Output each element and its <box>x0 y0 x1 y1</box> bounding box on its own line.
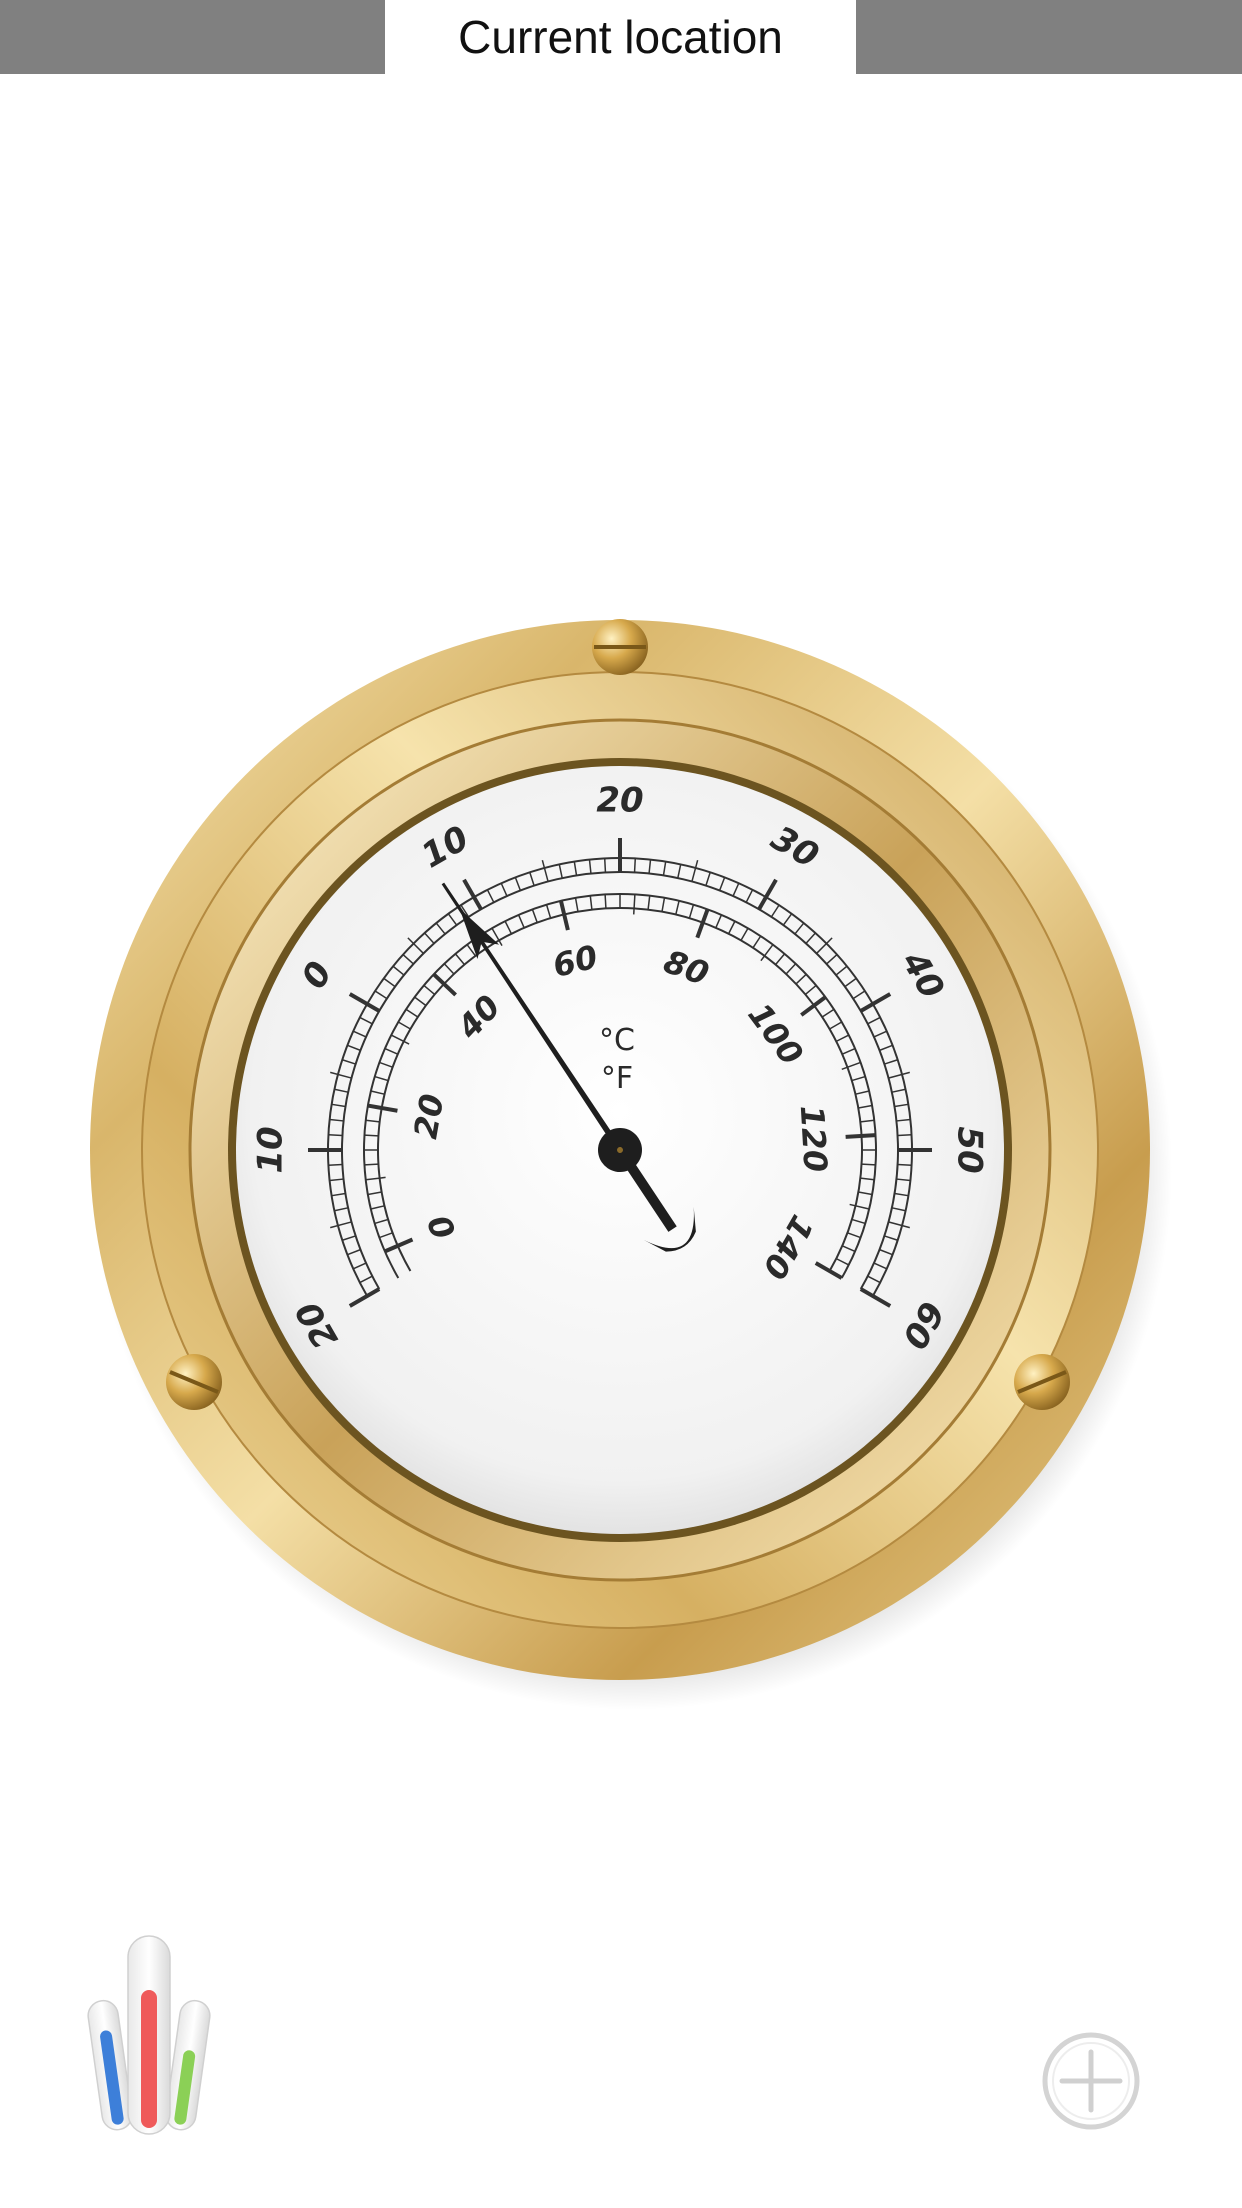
top-bar-right-segment <box>856 0 1242 74</box>
plus-circle-icon <box>1042 2032 1140 2130</box>
top-bar: Current location <box>0 0 1242 74</box>
thermometer-gauge: 20 10 0 10 20 30 40 50 60 0 20 40 60 80 100 120 140 °C °… <box>60 590 1180 1710</box>
celsius-tick <box>897 1163 912 1167</box>
celsius-label: 50 <box>950 1126 990 1173</box>
celsius-tick <box>328 1163 343 1167</box>
fahrenheit-label: 20 <box>406 1091 451 1141</box>
fahrenheit-tick <box>364 1134 379 1137</box>
fahrenheit-tick <box>845 1133 876 1139</box>
fahrenheit-label: 120 <box>793 1104 835 1173</box>
screw-left <box>166 1354 222 1410</box>
fahrenheit-tick <box>604 894 607 909</box>
fahrenheit-tick <box>364 1163 379 1166</box>
screw-right <box>1014 1354 1070 1410</box>
celsius-tick <box>603 858 607 873</box>
fahrenheit-tick <box>861 1163 876 1166</box>
screw-top <box>592 619 648 675</box>
thermometers-apps-button[interactable] <box>84 1930 214 2140</box>
celsius-tick <box>633 858 637 873</box>
gauge-svg: 201001020304050600204060 80100120140 °C °… <box>90 619 1172 1710</box>
celsius-label: 20 <box>596 781 643 821</box>
celsius-unit-label: °C <box>599 1023 635 1058</box>
fahrenheit-unit-label: °F <box>601 1061 633 1096</box>
celsius-label: 10 <box>251 1126 291 1173</box>
add-location-button[interactable] <box>1040 2030 1142 2132</box>
celsius-tick <box>328 1133 343 1137</box>
celsius-tick <box>897 1133 912 1137</box>
thermometers-icon <box>87 1935 211 2135</box>
location-title[interactable]: Current location <box>385 0 856 74</box>
top-bar-left-segment <box>0 0 385 74</box>
app-screen: Current location 20 10 0 10 20 30 40 50 … <box>0 0 1242 2208</box>
